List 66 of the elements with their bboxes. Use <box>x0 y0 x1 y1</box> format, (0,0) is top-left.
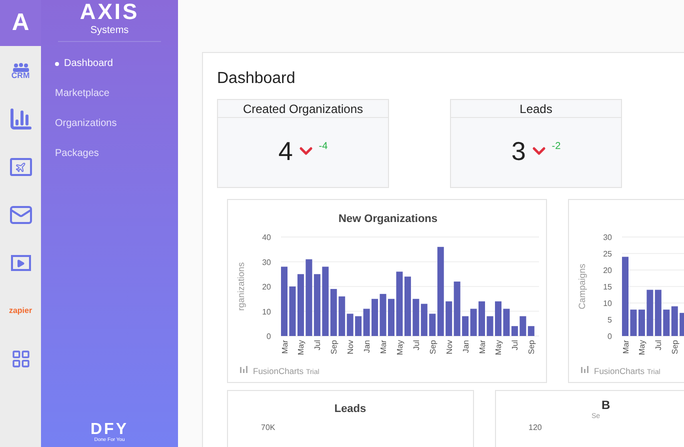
stat-value: 4 <box>278 138 293 164</box>
x-tick-label: Mar <box>280 340 290 354</box>
stat-title: Created Organizations <box>218 100 388 118</box>
y-axis-title: Campaigns <box>577 264 587 310</box>
sidebar-item[interactable]: Organizations <box>55 116 178 131</box>
chart-logo-icon <box>240 366 248 373</box>
y-tick-label: 70K <box>261 422 276 434</box>
y-tick-label: 120 <box>528 424 543 432</box>
y-tick-label: 20 <box>603 266 612 275</box>
brand-name: AXIS <box>80 1 140 23</box>
logo-letter: A <box>12 8 30 38</box>
chart-title: New Organizations <box>338 213 438 225</box>
chart-title: B <box>602 399 612 411</box>
zapier-logo[interactable]: zapier <box>8 305 32 317</box>
chart-bar <box>388 298 394 336</box>
sidebar-item[interactable]: Dashboard <box>55 56 178 71</box>
x-tick-label: May <box>395 340 404 356</box>
x-tick-label: Mar <box>621 340 630 354</box>
x-tick-label: Sep <box>428 340 438 354</box>
y-tick-label: 0 <box>608 332 612 341</box>
x-tick-label: Jan <box>461 340 470 353</box>
x-tick-label: Nov <box>444 340 454 354</box>
y-tick-label: 10 <box>262 307 271 316</box>
stat-title: Leads <box>451 100 621 118</box>
x-tick-label: Mar <box>478 340 487 354</box>
page-title: Dashboard <box>217 71 296 87</box>
sidebar-item[interactable]: Packages <box>55 146 178 161</box>
y-tick-label: 25 <box>603 250 612 258</box>
x-tick-label: Mar <box>379 340 388 354</box>
sidebar-item[interactable]: Marketplace <box>55 86 178 101</box>
chart-title: Leads <box>334 402 366 417</box>
widget-icon[interactable] <box>10 349 30 369</box>
y-tick-label: 15 <box>603 282 612 292</box>
bar-chart-icon[interactable] <box>8 107 32 131</box>
x-tick-label: Sep <box>330 340 339 354</box>
airplane-window-icon[interactable] <box>10 158 32 176</box>
x-tick-label: Sep <box>670 340 680 354</box>
y-tick-label: 10 <box>603 299 612 308</box>
stat-value: 3 <box>511 138 526 164</box>
x-tick-label: Jul <box>412 340 421 350</box>
chart-bar <box>680 312 684 336</box>
x-tick-label: Jan <box>362 340 372 353</box>
x-tick-label: May <box>494 340 504 356</box>
brand-subtitle: Systems <box>90 24 129 38</box>
stat-delta: -4 <box>318 140 328 154</box>
x-tick-label: Jul <box>654 340 664 350</box>
y-tick-label: 30 <box>603 233 612 242</box>
chart-logo-icon <box>581 366 588 373</box>
x-tick-label: Jul <box>510 340 520 350</box>
y-tick-label: 20 <box>262 282 271 292</box>
bullet-icon <box>55 62 59 66</box>
mail-icon[interactable] <box>8 203 32 227</box>
x-tick-label: May <box>296 340 306 356</box>
y-tick-label: 5 <box>608 316 612 324</box>
stat-delta: -2 <box>552 140 561 154</box>
y-axis-title: rganizations <box>236 262 246 311</box>
chart-bar <box>281 266 288 336</box>
x-tick-label: Jul <box>313 340 322 350</box>
video-icon[interactable] <box>10 255 30 271</box>
x-tick-label: Nov <box>346 340 356 354</box>
y-tick-label: 30 <box>262 258 271 267</box>
footer-logo: DFY <box>90 422 128 438</box>
y-tick-label: 0 <box>266 332 271 341</box>
x-tick-label: Sep <box>527 340 536 354</box>
y-tick-label: 40 <box>262 233 271 242</box>
x-tick-label: May <box>638 340 647 356</box>
